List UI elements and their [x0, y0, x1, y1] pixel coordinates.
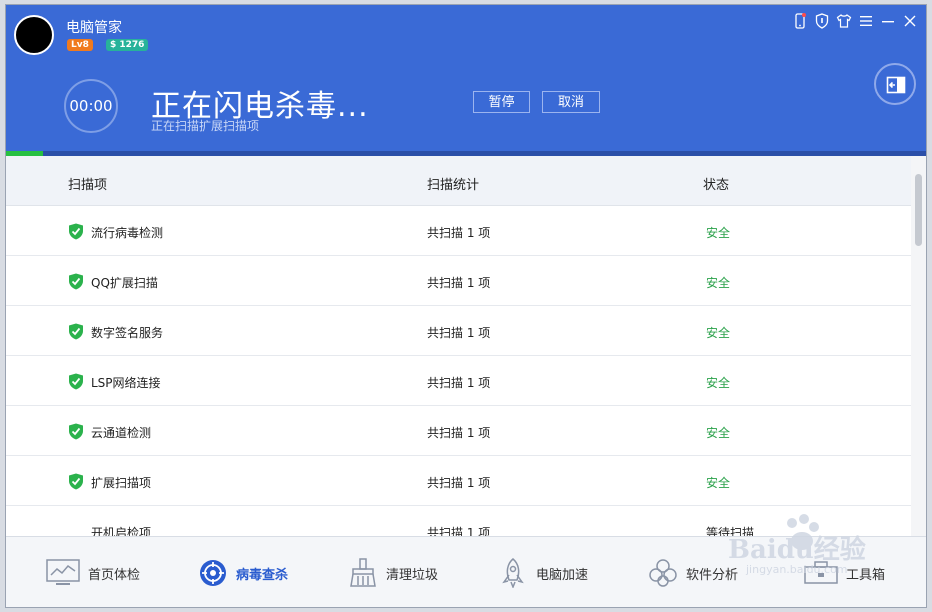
skin-shirt-icon[interactable]: [836, 13, 852, 29]
scan-item-stat: 共扫描 1 项: [427, 276, 491, 290]
nav-item-clean-junk[interactable]: 清理垃圾: [348, 537, 439, 607]
scan-item-name: 扩展扫描项: [91, 476, 152, 490]
rocket-icon: [502, 558, 524, 588]
monitor-chart-icon: [46, 559, 80, 585]
table-row: 云通道检测 共扫描 1 项 安全: [6, 406, 911, 456]
scan-item-stat: 共扫描 1 项: [427, 476, 491, 490]
table-row: LSP网络连接 共扫描 1 项 安全: [6, 356, 911, 406]
nav-label: 电脑加速: [536, 567, 589, 583]
scan-item-stat: 共扫描 1 项: [427, 376, 491, 390]
nav-label: 病毒查杀: [236, 567, 289, 583]
level-badge[interactable]: Lv8: [67, 39, 93, 51]
scan-item-status: 安全: [706, 276, 731, 290]
scan-header: 电脑管家 Lv8 $ 1276 00:00 正在闪电杀毒... 正在扫描扩展扫描…: [6, 5, 926, 151]
window-controls: [792, 13, 918, 29]
target-scan-icon: [200, 560, 226, 586]
scan-item-stat: 共扫描 1 项: [427, 426, 491, 440]
scan-table-body: 流行病毒检测 共扫描 1 项安全 QQ扩展扫描 共扫描 1 项安全 数字签名服务 共扫描 …: [6, 206, 911, 536]
column-header-stat: 扫描统计: [427, 178, 480, 193]
scan-item-stat: 共扫描 1 项: [427, 326, 491, 340]
side-panel-toggle[interactable]: [874, 63, 916, 105]
scan-subtitle: 正在扫描扩展扫描项: [151, 119, 260, 133]
scrollbar-thumb[interactable]: [915, 174, 922, 246]
app-window: 电脑管家 Lv8 $ 1276 00:00 正在闪电杀毒... 正在扫描扩展扫描…: [5, 4, 927, 608]
app-title: 电脑管家: [66, 20, 122, 36]
scan-item-name: 流行病毒检测: [91, 226, 164, 240]
panel-collapse-icon: [886, 76, 906, 94]
minimize-icon[interactable]: [880, 13, 896, 29]
table-row: 数字签名服务 共扫描 1 项 安全: [6, 306, 911, 356]
scan-item-name: 开机启检项: [91, 526, 152, 536]
table-row: 流行病毒检测 共扫描 1 项 安全: [6, 206, 911, 256]
flower-icon: [649, 559, 677, 587]
scan-item-status: 安全: [706, 326, 731, 340]
scan-table-header: 扫描项 扫描统计 状态: [6, 156, 911, 206]
avatar[interactable]: [14, 15, 54, 55]
table-row: QQ扩展扫描 共扫描 1 项 安全: [6, 256, 911, 306]
nav-label: 首页体检: [88, 567, 141, 583]
shield-check-icon: [68, 323, 84, 344]
close-icon[interactable]: [902, 13, 918, 29]
scrollbar[interactable]: [911, 156, 926, 536]
nav-item-home-check[interactable]: 首页体检: [46, 537, 141, 607]
scan-item-status: 安全: [706, 426, 731, 440]
column-header-status: 状态: [703, 178, 730, 193]
shield-check-icon: [68, 373, 84, 394]
shield-check-icon: [68, 473, 84, 494]
scan-item-name: 云通道检测: [91, 426, 152, 440]
coin-badge[interactable]: $ 1276: [106, 39, 149, 51]
menu-icon[interactable]: [858, 13, 874, 29]
scan-item-status: 安全: [706, 476, 731, 490]
scan-item-name: QQ扩展扫描: [91, 276, 158, 290]
table-row: 扩展扫描项 共扫描 1 项 安全: [6, 456, 911, 506]
nav-item-virus-scan[interactable]: 病毒查杀: [198, 537, 289, 607]
scan-item-status: 安全: [706, 376, 731, 390]
scan-item-name: 数字签名服务: [91, 326, 164, 340]
scan-item-name: LSP网络连接: [91, 376, 161, 390]
scan-item-stat: 共扫描 1 项: [427, 226, 491, 240]
broom-icon: [350, 558, 376, 587]
shield-check-icon: [68, 273, 84, 294]
nav-label: 清理垃圾: [386, 567, 439, 583]
scan-item-status: 安全: [706, 226, 731, 240]
watermark-url: jingyan.baidu.com: [746, 563, 848, 576]
scan-timer: 00:00: [64, 79, 118, 133]
shield-check-icon: [68, 223, 84, 244]
shield-icon[interactable]: [814, 13, 830, 29]
watermark-logo-text: Baidu经验: [728, 535, 866, 565]
scan-item-stat: 共扫描 1 项: [427, 526, 491, 536]
phone-icon[interactable]: [792, 13, 808, 29]
cancel-button[interactable]: 取消: [542, 91, 600, 113]
shield-check-icon: [68, 423, 84, 444]
nav-item-speedup[interactable]: 电脑加速: [498, 537, 589, 607]
baidu-watermark: Baidu经验 jingyan.baidu.com: [718, 513, 888, 583]
pause-button[interactable]: 暂停: [473, 91, 530, 113]
column-header-item: 扫描项: [68, 178, 108, 193]
